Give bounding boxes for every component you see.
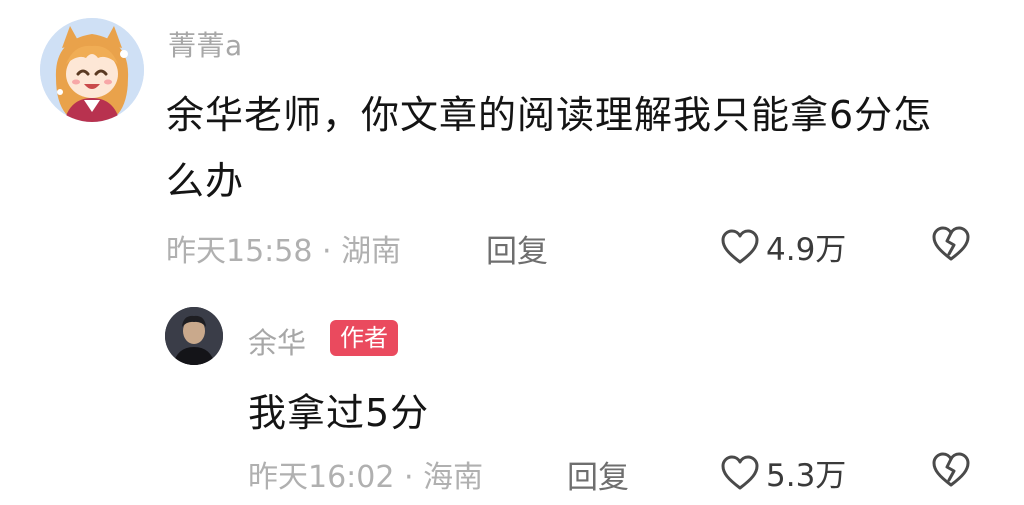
reply-meta: 昨天16:02 · 海南 [248,452,483,496]
meta-separator: · [404,460,424,495]
heart-outline-icon [720,454,760,492]
author-badge: 作者 [330,320,398,356]
like-count: 4.9万 [766,232,847,268]
reply-like-count: 5.3万 [766,458,847,494]
like-button[interactable]: 4.9万 [720,224,846,269]
comment-location: 湖南 [341,234,402,269]
reply-time: 昨天16:02 [248,460,395,495]
commenter-avatar[interactable] [40,18,144,122]
reply-to-reply-button[interactable]: 回复 [567,452,629,497]
broken-heart-icon [932,226,970,261]
comment-text: 余华老师，你文章的阅读理解我只能拿6分怎么办 [166,93,933,203]
author-username[interactable]: 余华 [248,320,306,362]
comment-time: 昨天15:58 [166,234,313,269]
meta-separator: · [322,234,342,269]
heart-outline-icon [720,228,760,266]
reply-like-button[interactable]: 5.3万 [720,450,846,495]
reply-location: 海南 [423,460,484,495]
commenter-username[interactable]: 菁菁a [168,24,243,64]
dislike-button[interactable] [930,224,972,264]
man-portrait-avatar-image [165,307,223,365]
comment-meta: 昨天15:58 · 湖南 [166,226,401,270]
reply-button[interactable]: 回复 [486,226,548,271]
reply-dislike-button[interactable] [930,450,972,490]
reply-text: 我拿过5分 [248,391,430,435]
broken-heart-icon [932,452,970,487]
anime-girl-avatar-image [40,18,144,122]
author-avatar[interactable] [165,307,223,365]
